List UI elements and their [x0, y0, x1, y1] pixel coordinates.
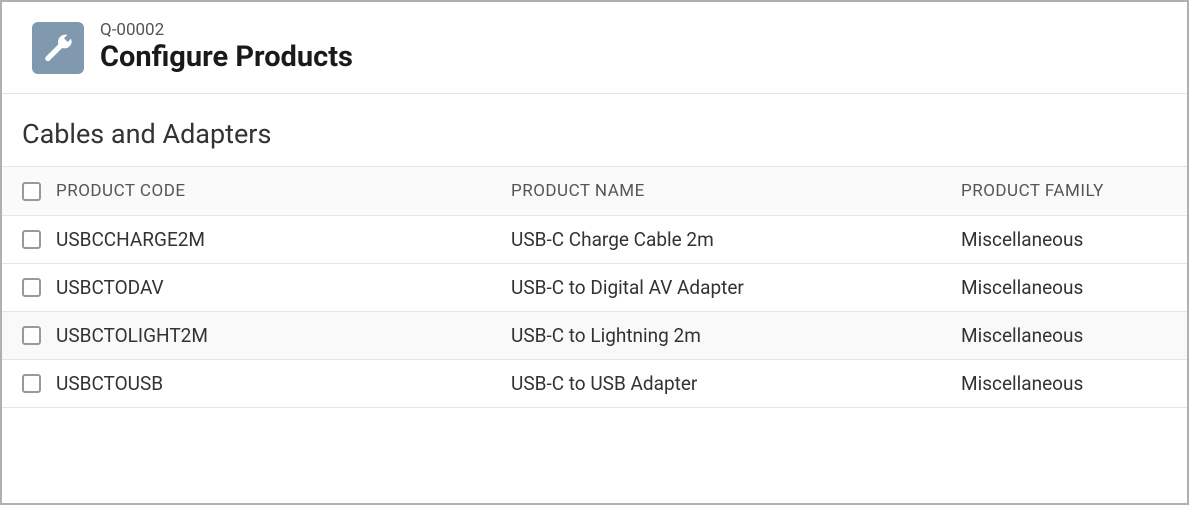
row-checkbox[interactable] [22, 374, 41, 393]
product-code: USBCTOUSB [56, 372, 511, 395]
header-text: Q-00002 Configure Products [100, 20, 353, 75]
row-checkbox[interactable] [22, 230, 41, 249]
table-row: USBCCHARGE2M USB-C Charge Cable 2m Misce… [2, 216, 1187, 264]
column-header-family: PRODUCT FAMILY [961, 181, 1167, 201]
product-family: Miscellaneous [961, 372, 1167, 395]
product-code: USBCTODAV [56, 276, 511, 299]
configure-products-panel: Q-00002 Configure Products Cables and Ad… [0, 0, 1189, 505]
product-family: Miscellaneous [961, 324, 1167, 347]
column-header-code: PRODUCT CODE [56, 181, 511, 201]
product-name: USB-C to Lightning 2m [511, 324, 961, 347]
row-checkbox-cell [22, 278, 56, 297]
product-code: USBCTOLIGHT2M [56, 324, 511, 347]
product-family: Miscellaneous [961, 276, 1167, 299]
select-all-cell [22, 182, 56, 201]
row-checkbox-cell [22, 326, 56, 345]
table-row: USBCTOLIGHT2M USB-C to Lightning 2m Misc… [2, 312, 1187, 360]
product-family: Miscellaneous [961, 228, 1167, 251]
table-row: USBCTODAV USB-C to Digital AV Adapter Mi… [2, 264, 1187, 312]
select-all-checkbox[interactable] [22, 182, 41, 201]
row-checkbox-cell [22, 230, 56, 249]
product-code: USBCCHARGE2M [56, 228, 511, 251]
row-checkbox[interactable] [22, 278, 41, 297]
wrench-icon [32, 22, 84, 74]
row-checkbox-cell [22, 374, 56, 393]
page-title: Configure Products [100, 40, 353, 75]
quote-id: Q-00002 [100, 20, 353, 40]
column-header-name: PRODUCT NAME [511, 181, 961, 201]
product-name: USB-C to USB Adapter [511, 372, 961, 395]
product-name: USB-C Charge Cable 2m [511, 228, 961, 251]
page-header: Q-00002 Configure Products [2, 2, 1187, 94]
row-checkbox[interactable] [22, 326, 41, 345]
category-section: Cables and Adapters [2, 94, 1187, 166]
category-title: Cables and Adapters [22, 118, 1167, 150]
product-name: USB-C to Digital AV Adapter [511, 276, 961, 299]
products-table: PRODUCT CODE PRODUCT NAME PRODUCT FAMILY… [2, 166, 1187, 408]
table-row: USBCTOUSB USB-C to USB Adapter Miscellan… [2, 360, 1187, 408]
table-header-row: PRODUCT CODE PRODUCT NAME PRODUCT FAMILY [2, 166, 1187, 216]
